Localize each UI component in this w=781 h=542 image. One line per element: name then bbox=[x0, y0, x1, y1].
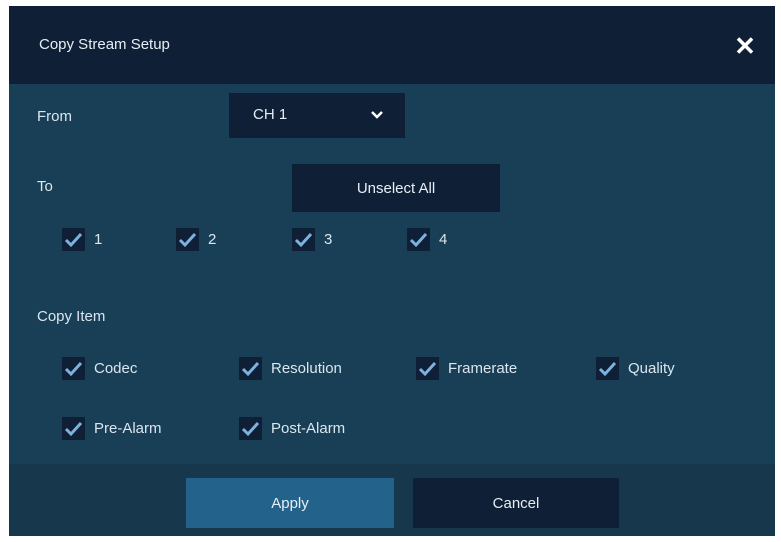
checkmark-icon bbox=[178, 232, 197, 248]
chevron-down-icon bbox=[371, 111, 383, 119]
checkmark-icon bbox=[598, 361, 617, 377]
checkmark-icon bbox=[294, 232, 313, 248]
channel-1-checkbox[interactable]: 1 bbox=[62, 228, 102, 251]
quality-checkbox[interactable]: Quality bbox=[596, 357, 675, 380]
checkmark-icon bbox=[409, 232, 428, 248]
checkbox-box bbox=[176, 228, 199, 251]
checkbox-box bbox=[596, 357, 619, 380]
codec-checkbox[interactable]: Codec bbox=[62, 357, 137, 380]
channel-3-checkbox[interactable]: 3 bbox=[292, 228, 332, 251]
dialog-titlebar: Copy Stream Setup ✕ bbox=[9, 6, 775, 84]
checkbox-box bbox=[62, 417, 85, 440]
checkbox-box bbox=[62, 228, 85, 251]
copy-item-text: Resolution bbox=[271, 360, 342, 377]
post-alarm-checkbox[interactable]: Post-Alarm bbox=[239, 417, 345, 440]
close-icon[interactable]: ✕ bbox=[727, 28, 763, 64]
channel-label: 3 bbox=[324, 231, 333, 248]
checkmark-icon bbox=[418, 361, 437, 377]
copy-item-text: Post-Alarm bbox=[271, 420, 346, 437]
from-label: From bbox=[37, 108, 72, 125]
checkmark-icon bbox=[241, 361, 260, 377]
copy-item-text: Quality bbox=[628, 360, 675, 377]
checkbox-box bbox=[407, 228, 430, 251]
copy-item-text: Framerate bbox=[448, 360, 518, 377]
checkbox-box bbox=[416, 357, 439, 380]
dialog-footer: Apply Cancel bbox=[9, 464, 775, 536]
copy-item-label: Copy Item bbox=[37, 308, 106, 325]
apply-button[interactable]: Apply bbox=[186, 478, 394, 528]
channel-label: 4 bbox=[439, 231, 448, 248]
copy-item-text: Pre-Alarm bbox=[94, 420, 162, 437]
checkbox-box bbox=[239, 417, 262, 440]
copy-item-text: Codec bbox=[94, 360, 138, 377]
channel-4-checkbox[interactable]: 4 bbox=[407, 228, 447, 251]
unselect-all-button[interactable]: Unselect All bbox=[292, 164, 500, 212]
to-label: To bbox=[37, 178, 53, 195]
framerate-checkbox[interactable]: Framerate bbox=[416, 357, 517, 380]
checkbox-box bbox=[239, 357, 262, 380]
dialog-title: Copy Stream Setup bbox=[39, 36, 170, 53]
checkbox-box bbox=[62, 357, 85, 380]
checkmark-icon bbox=[64, 361, 83, 377]
checkmark-icon bbox=[241, 421, 260, 437]
channel-2-checkbox[interactable]: 2 bbox=[176, 228, 216, 251]
checkmark-icon bbox=[64, 421, 83, 437]
resolution-checkbox[interactable]: Resolution bbox=[239, 357, 342, 380]
checkmark-icon bbox=[64, 232, 83, 248]
pre-alarm-checkbox[interactable]: Pre-Alarm bbox=[62, 417, 162, 440]
from-channel-value: CH 1 bbox=[253, 106, 288, 123]
checkbox-box bbox=[292, 228, 315, 251]
channel-label: 2 bbox=[208, 231, 217, 248]
cancel-button[interactable]: Cancel bbox=[413, 478, 619, 528]
copy-stream-setup-dialog: Copy Stream Setup ✕ From CH 1 To Unselec… bbox=[9, 6, 775, 536]
from-channel-select[interactable]: CH 1 bbox=[229, 93, 405, 138]
channel-label: 1 bbox=[94, 231, 103, 248]
